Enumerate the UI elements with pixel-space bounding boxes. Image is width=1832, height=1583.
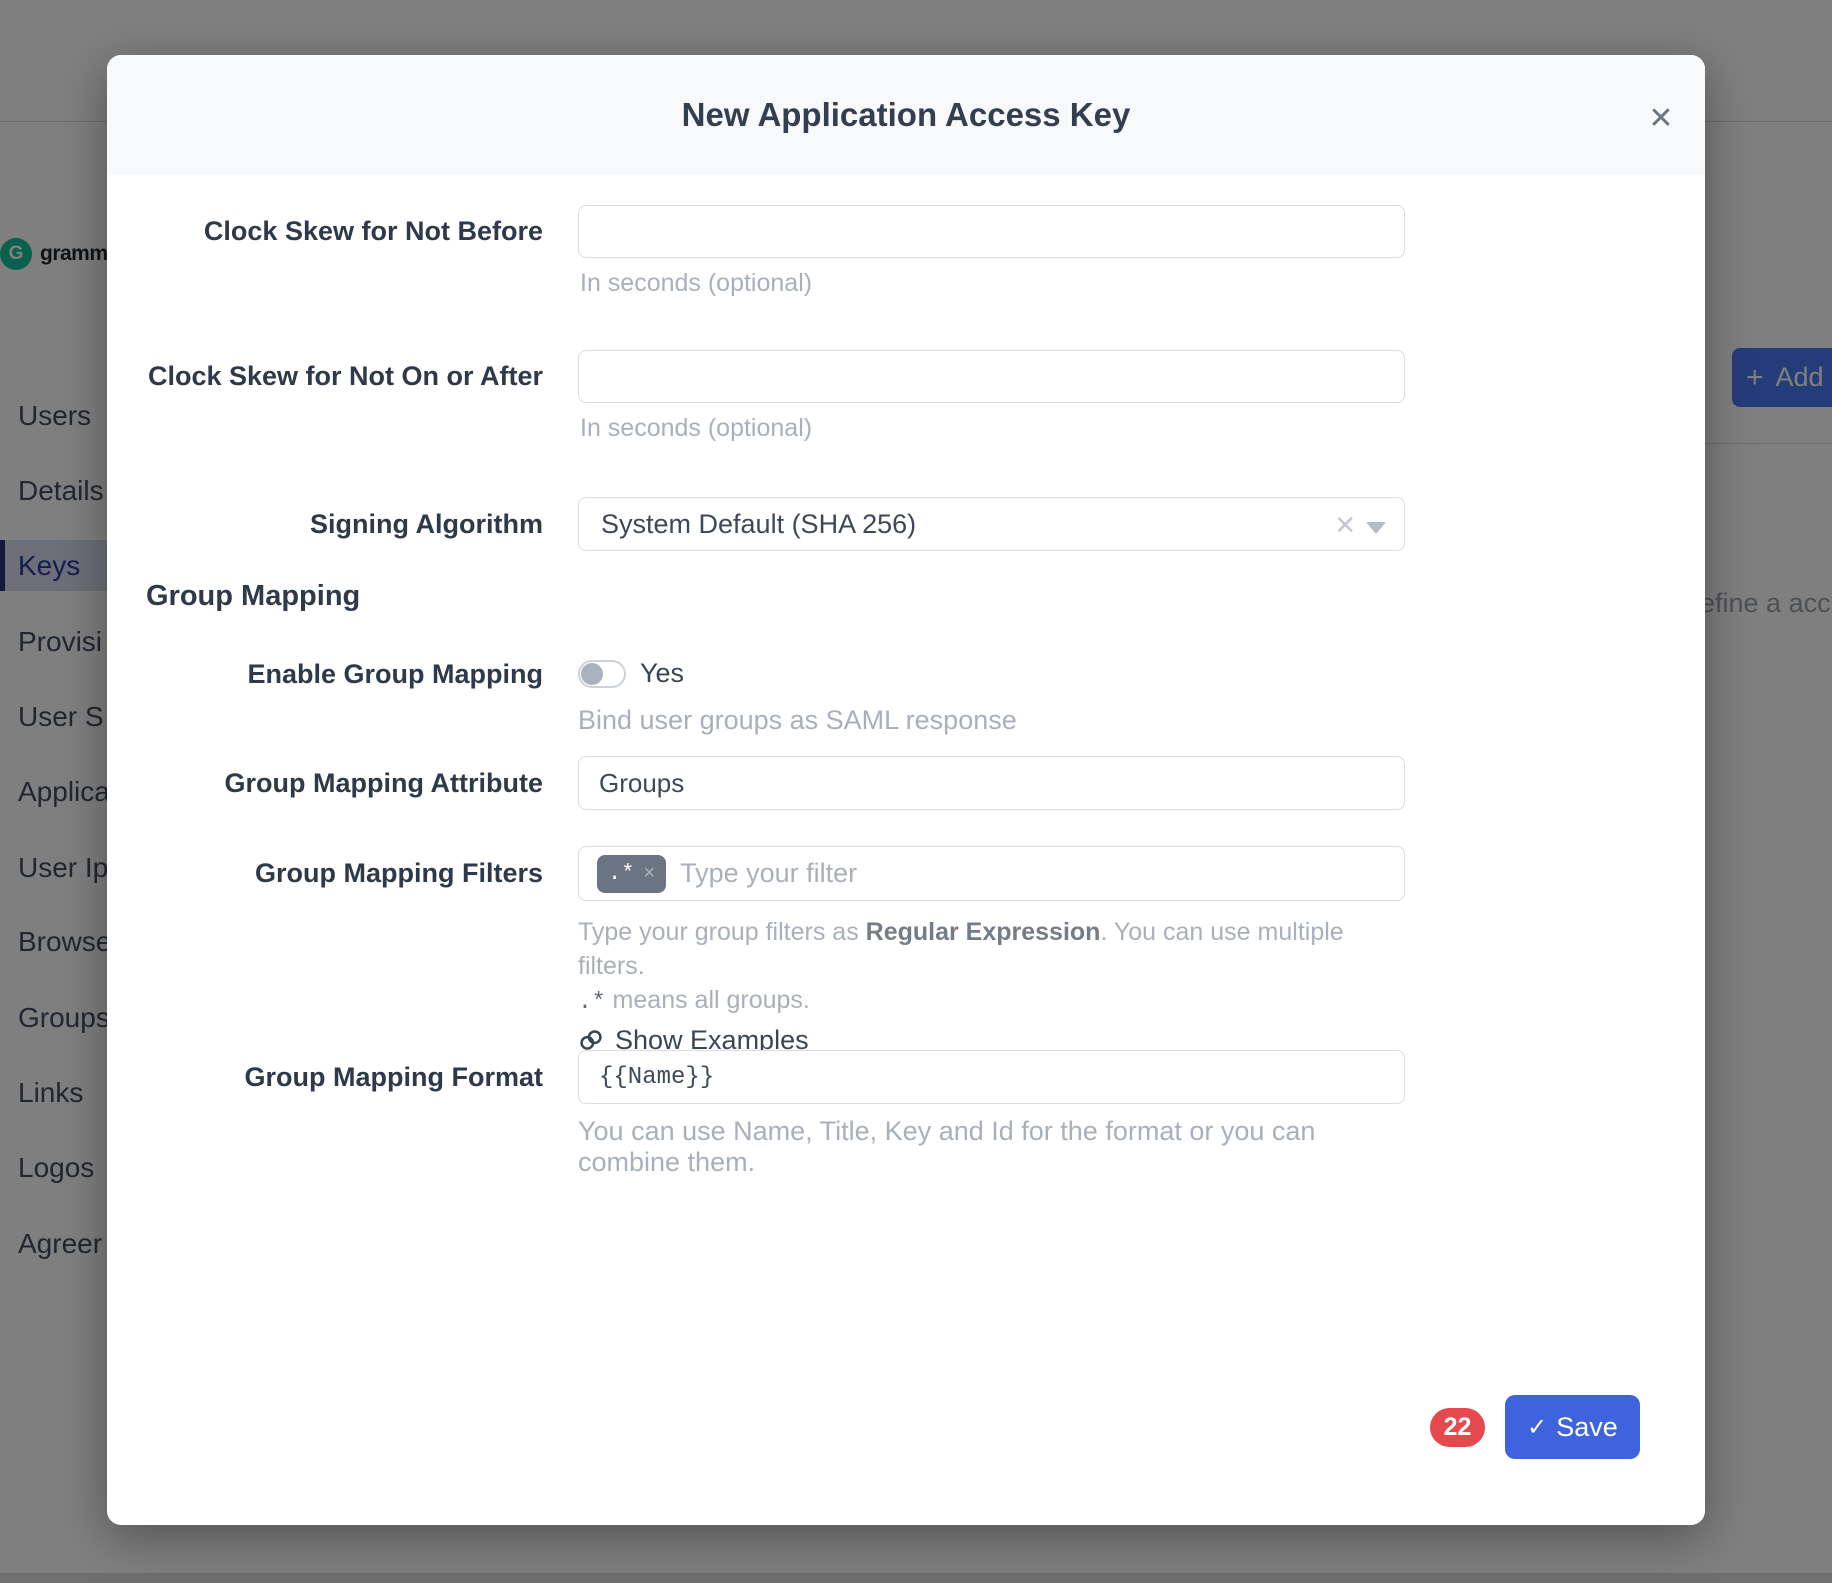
save-button-label: Save — [1556, 1412, 1618, 1443]
group-mapping-filters-input[interactable] — [680, 858, 1394, 889]
caret-down-icon[interactable] — [1366, 522, 1386, 534]
group-mapping-attribute-label: Group Mapping Attribute — [107, 756, 543, 810]
group-mapping-section-heading: Group Mapping — [146, 580, 360, 613]
filters-helper: Type your group filters as Regular Expre… — [578, 915, 1405, 1057]
new-access-key-modal: New Application Access Key ✕ Clock Skew … — [107, 55, 1705, 1525]
modal-title: New Application Access Key — [682, 96, 1131, 134]
remove-tag-icon[interactable]: × — [643, 862, 655, 885]
filter-tag-value: .* — [608, 861, 634, 886]
filter-tag: .* × — [597, 855, 666, 893]
clock-skew-not-after-helper: In seconds (optional) — [580, 414, 1405, 443]
clock-skew-not-after-label: Clock Skew for Not On or After — [107, 350, 543, 403]
enable-group-mapping-label: Enable Group Mapping — [107, 658, 543, 690]
group-mapping-filters-label: Group Mapping Filters — [107, 846, 543, 901]
filters-helper-line2: .* means all groups. — [578, 983, 1405, 1019]
signing-algorithm-label: Signing Algorithm — [107, 497, 543, 551]
enable-group-mapping-toggle[interactable] — [578, 660, 626, 688]
notification-badge: 22 — [1430, 1408, 1485, 1447]
clear-icon[interactable]: ✕ — [1334, 510, 1356, 541]
regex-emphasis: Regular Expression — [866, 918, 1101, 946]
group-mapping-attribute-input[interactable] — [578, 756, 1405, 810]
group-mapping-format-label: Group Mapping Format — [107, 1050, 543, 1104]
toggle-knob — [581, 663, 603, 685]
save-button[interactable]: ✓ Save — [1505, 1395, 1640, 1459]
enable-group-mapping-helper: Bind user groups as SAML response — [578, 705, 1405, 736]
screen: G grammarly UsersDetailsKeysProvisiUser … — [0, 0, 1832, 1583]
group-mapping-filters-input-wrap: .* × — [578, 846, 1405, 901]
group-mapping-format-helper: You can use Name, Title, Key and Id for … — [578, 1116, 1405, 1178]
close-icon[interactable]: ✕ — [1643, 101, 1679, 137]
clock-skew-not-before-helper: In seconds (optional) — [580, 269, 1405, 298]
check-icon: ✓ — [1527, 1413, 1547, 1442]
signing-algorithm-select[interactable]: System Default (SHA 256) ✕ — [578, 497, 1405, 551]
toggle-state-label: Yes — [640, 658, 684, 688]
clock-skew-not-before-label: Clock Skew for Not Before — [107, 205, 543, 258]
clock-skew-not-before-input[interactable] — [578, 205, 1405, 258]
clock-skew-not-after-input[interactable] — [578, 350, 1405, 403]
modal-header: New Application Access Key — [107, 55, 1705, 175]
group-mapping-format-input[interactable] — [578, 1050, 1405, 1104]
filters-helper-line1: Type your group filters as Regular Expre… — [578, 915, 1405, 983]
signing-algorithm-value: System Default (SHA 256) — [601, 509, 916, 540]
